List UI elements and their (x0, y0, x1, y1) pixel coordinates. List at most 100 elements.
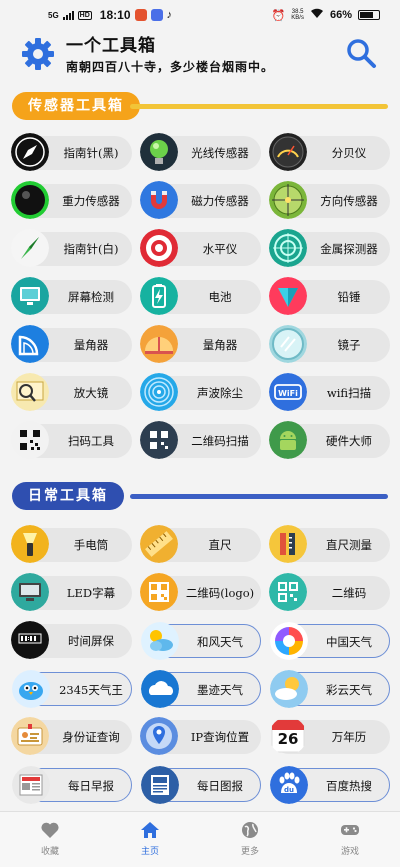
tool-time-screensaver[interactable]: 时间屏保 (11, 621, 132, 659)
ruler-icon (140, 525, 178, 563)
section-divider (130, 494, 388, 499)
search-icon[interactable] (344, 36, 378, 70)
tool-qr-scan[interactable]: 二维码扫描 (140, 421, 261, 459)
metal-detector-icon (269, 229, 307, 267)
tool-light-sensor[interactable]: 光线传感器 (140, 133, 261, 171)
tool-metal-detector[interactable]: 金属探测器 (269, 229, 390, 267)
tool-flashlight[interactable]: 手电筒 (11, 525, 132, 563)
tool-calendar[interactable]: 26 万年历 (271, 719, 390, 754)
newspaper-icon (12, 766, 50, 804)
tool-moji-weather[interactable]: 墨迹天气 (141, 670, 261, 708)
tool-qr-code[interactable]: 二维码 (269, 573, 390, 611)
tool-ip-location[interactable]: IP查询位置 (140, 717, 261, 755)
bottom-navigation: 收藏 主页 更多 游戏 (0, 811, 400, 867)
gravity-ball-icon (11, 181, 49, 219)
moji-weather-icon (141, 670, 179, 708)
tool-hefeng-weather[interactable]: 和风天气 (141, 622, 261, 660)
flashlight-icon (11, 525, 49, 563)
tool-2345-weather[interactable]: 2345天气王 (12, 670, 132, 708)
tool-orientation-sensor[interactable]: 方向传感器 (269, 181, 390, 219)
tool-qr-logo[interactable]: 二维码(logo) (140, 573, 261, 611)
section-header-sensors: 传感器工具箱 (0, 92, 400, 122)
svg-text:WiFi: WiFi (278, 389, 298, 398)
protractor-half-icon (140, 325, 178, 363)
signal-bars-icon (62, 10, 74, 20)
gamepad-icon (341, 825, 359, 835)
tool-protractor-half[interactable]: 量角器 (140, 325, 261, 363)
nav-favorites[interactable]: 收藏 (0, 812, 100, 867)
svg-text:du: du (284, 786, 294, 794)
section-title: 日常工具箱 (12, 482, 124, 510)
tool-compass-black[interactable]: 指南针(黑) (11, 133, 132, 171)
tool-magnetic-sensor[interactable]: 磁力传感器 (140, 181, 261, 219)
battery-icon (140, 277, 178, 315)
tool-daily-news[interactable]: 每日早报 (12, 766, 132, 804)
heart-icon (41, 822, 59, 838)
page-subtitle: 南朝四百八十寺，多少楼台烟雨中。 (66, 60, 275, 74)
picture-news-icon (141, 766, 179, 804)
scan-code-icon (11, 421, 49, 459)
ruler-measure-icon (269, 525, 307, 563)
tool-ruler-measure[interactable]: 直尺测量 (269, 525, 390, 563)
level-target-icon (140, 229, 178, 267)
monitor-icon (11, 277, 49, 315)
tool-screen-test[interactable]: 屏幕检测 (11, 277, 132, 315)
tool-hardware-master[interactable]: 硬件大师 (269, 421, 390, 459)
notification-app-icon (150, 9, 163, 21)
wifi-icon: WiFi (269, 373, 307, 411)
sound-wave-icon (140, 373, 178, 411)
tool-gravity-sensor[interactable]: 重力传感器 (11, 181, 132, 219)
net-speed: 38.5 KB/s (291, 9, 304, 21)
tool-caiyun-weather[interactable]: 彩云天气 (270, 670, 390, 708)
app-header: 一个工具箱 南朝四百八十寺，多少楼台烟雨中。 (0, 28, 400, 86)
nav-more[interactable]: 更多 (200, 812, 300, 867)
tool-daily-picture-news[interactable]: 每日图报 (141, 766, 261, 804)
crosshair-icon (269, 181, 307, 219)
battery-percent: 66% (329, 9, 352, 21)
section-divider (130, 104, 388, 109)
tool-battery[interactable]: 电池 (140, 277, 261, 315)
qr-code-icon (269, 573, 307, 611)
weather-bird-icon (12, 670, 50, 708)
settings-gear-icon[interactable] (20, 36, 56, 72)
tool-magnifier[interactable]: 放大镜 (11, 373, 132, 411)
daily-tool-grid: 手电筒 直尺 直尺测量 LED字幕 二维码(logo) 二维码 时间屏保 和风天… (10, 525, 390, 804)
tool-scan-code[interactable]: 扫码工具 (11, 421, 132, 459)
tool-compass-white[interactable]: 指南针(白) (11, 229, 132, 267)
tool-ruler[interactable]: 直尺 (140, 525, 261, 563)
tool-level[interactable]: 水平仪 (140, 229, 261, 267)
compass-white-icon (11, 229, 49, 267)
caiyun-weather-icon (270, 670, 308, 708)
tool-china-weather[interactable]: 中国天气 (270, 622, 390, 660)
id-card-icon (11, 717, 49, 755)
clock-screen-icon (11, 621, 49, 659)
tool-led-banner[interactable]: LED字幕 (11, 573, 132, 611)
android-icon (269, 421, 307, 459)
alarm-icon: ⏰ (271, 9, 286, 22)
mirror-icon (269, 325, 307, 363)
tool-decibel-meter[interactable]: 分贝仪 (269, 133, 390, 171)
wifi-status-icon (310, 8, 324, 22)
light-bulb-icon (140, 133, 178, 171)
hd-badge: HD (77, 10, 92, 20)
tool-baidu-hot-search[interactable]: du 百度热搜 (270, 766, 390, 804)
plumb-bob-icon (269, 277, 307, 315)
notification-app-icon (134, 9, 147, 21)
nav-home[interactable]: 主页 (100, 812, 200, 867)
tool-id-card-lookup[interactable]: 身份证查询 (11, 717, 132, 755)
led-screen-icon (11, 573, 49, 611)
tool-plumb-bob[interactable]: 铅锤 (269, 277, 390, 315)
magnifier-icon (11, 373, 49, 411)
nav-games[interactable]: 游戏 (300, 812, 400, 867)
status-time: 18:10 (99, 8, 131, 22)
qr-scan-icon (140, 421, 178, 459)
tool-sonic-dust-removal[interactable]: 声波除尘 (140, 373, 261, 411)
tool-mirror[interactable]: 镜子 (269, 325, 390, 363)
tool-wifi-scan[interactable]: WiFi wifi扫描 (269, 373, 390, 411)
tool-protractor[interactable]: 量角器 (11, 325, 132, 363)
globe-icon (242, 822, 258, 838)
calendar-day: 26 (277, 730, 299, 748)
location-pin-icon (140, 717, 178, 755)
battery-icon (358, 10, 380, 20)
tiktok-icon: ♪ (166, 9, 173, 21)
